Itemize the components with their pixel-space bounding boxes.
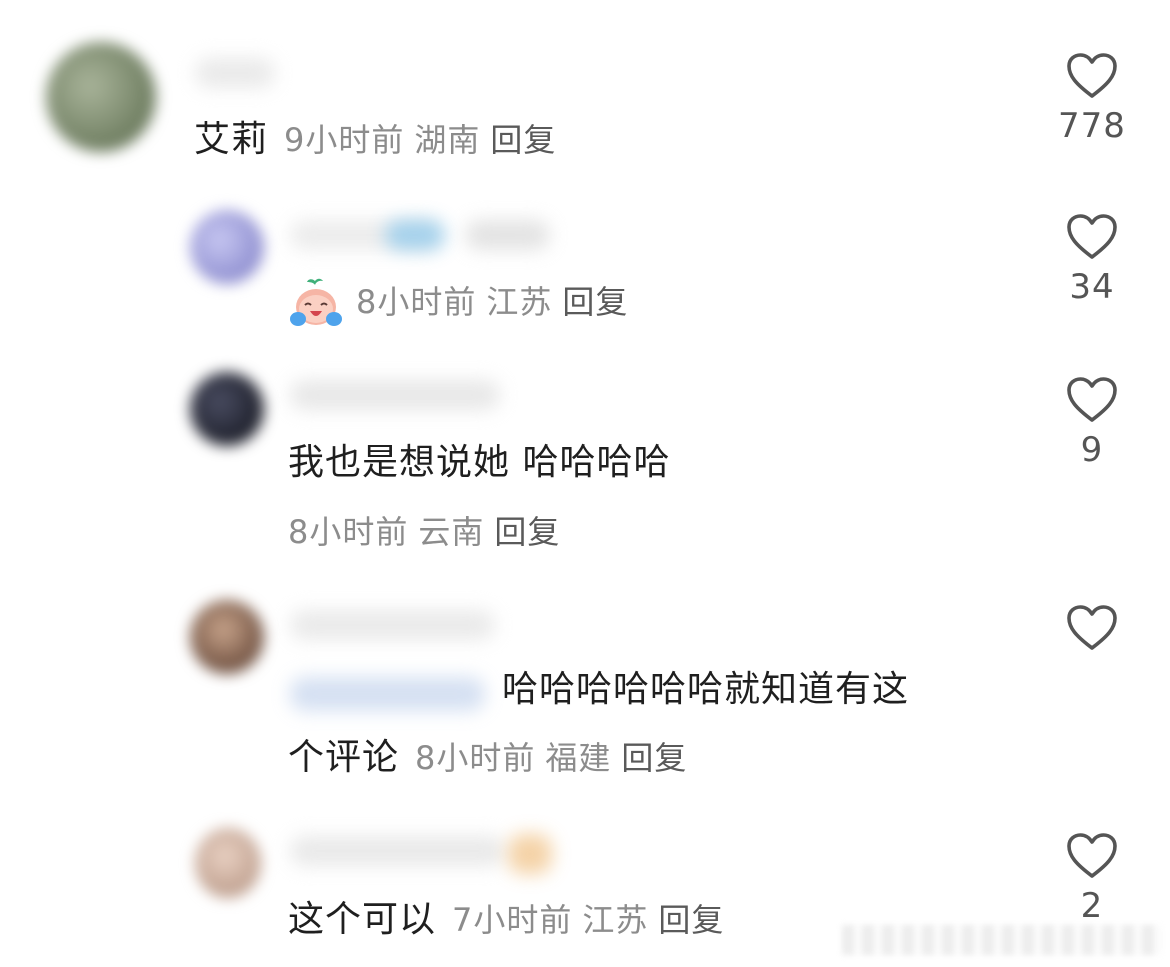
mention-link[interactable]	[290, 677, 485, 711]
comment-meta: 8小时前 云南 回复	[288, 502, 570, 562]
reply-button[interactable]: 回复	[621, 739, 687, 777]
like-count: 2	[1080, 886, 1104, 926]
comment-time: 8小时前	[356, 283, 477, 321]
comment-time: 7小时前	[452, 901, 573, 939]
username[interactable]	[290, 380, 500, 410]
comment-item: 艾莉 9小时前 湖南 回复 778	[0, 0, 1170, 180]
watermark	[842, 925, 1162, 955]
avatar[interactable]	[190, 600, 264, 674]
avatar[interactable]	[46, 42, 156, 152]
comment-location: 江苏	[486, 283, 553, 321]
comment-text-line2: 个评论	[288, 737, 400, 778]
like-count: 9	[1080, 430, 1104, 470]
comment-text: 艾莉	[194, 119, 269, 160]
comment-text: 我也是想说她 哈哈哈哈	[288, 442, 671, 483]
comment-text: 这个可以	[288, 899, 437, 940]
like-button[interactable]: 34	[1040, 213, 1144, 307]
comment-time: 8小时前	[288, 513, 409, 551]
comment-text-row: 艾莉 9小时前 湖南 回复	[194, 110, 566, 170]
heart-outline-icon	[1067, 833, 1117, 878]
username-badge	[385, 220, 445, 250]
username[interactable]	[195, 58, 275, 88]
avatar[interactable]	[190, 210, 264, 284]
avatar[interactable]	[190, 372, 264, 446]
like-count: 34	[1069, 267, 1115, 307]
comment-time: 9小时前	[284, 121, 405, 159]
like-button[interactable]	[1040, 604, 1144, 652]
comment-text-row: 个评论 8小时前 福建 回复	[288, 728, 697, 788]
reply-button[interactable]: 回复	[658, 901, 724, 939]
username[interactable]	[290, 836, 505, 866]
comment-item: 8小时前 江苏 回复 34	[0, 180, 1170, 350]
comment-text-line1: 哈哈哈哈哈哈就知道有这	[502, 669, 910, 710]
comment-time: 8小时前	[415, 739, 536, 777]
comment-item: 我也是想说她 哈哈哈哈 8小时前 云南 回复 9	[0, 350, 1170, 580]
reply-button[interactable]: 回复	[490, 121, 556, 159]
reply-button[interactable]: 回复	[494, 513, 560, 551]
heart-outline-icon	[1067, 53, 1117, 98]
username[interactable]	[290, 610, 495, 640]
comment-location: 云南	[418, 513, 485, 551]
like-button[interactable]: 9	[1040, 376, 1144, 470]
like-button[interactable]: 2	[1040, 832, 1144, 926]
heart-outline-icon	[1067, 605, 1117, 650]
heart-outline-icon	[1067, 214, 1117, 259]
like-count: 778	[1058, 106, 1126, 146]
comment-location: 江苏	[582, 901, 649, 939]
comment-location: 福建	[545, 739, 612, 777]
username-tag	[465, 220, 550, 250]
comment-text-row: 这个可以 7小时前 江苏 回复	[288, 890, 734, 950]
heart-outline-icon	[1067, 377, 1117, 422]
comment-item: 哈哈哈哈哈哈就知道有这 个评论 8小时前 福建 回复	[0, 580, 1170, 810]
comment-text-row: 8小时前 江苏 回复	[288, 272, 638, 332]
username-emoji	[508, 834, 552, 874]
crying-laughing-peach-emoji	[290, 278, 342, 326]
comment-location: 湖南	[414, 121, 481, 159]
reply-button[interactable]: 回复	[562, 283, 628, 321]
like-button[interactable]: 778	[1040, 52, 1144, 146]
avatar[interactable]	[195, 828, 261, 898]
